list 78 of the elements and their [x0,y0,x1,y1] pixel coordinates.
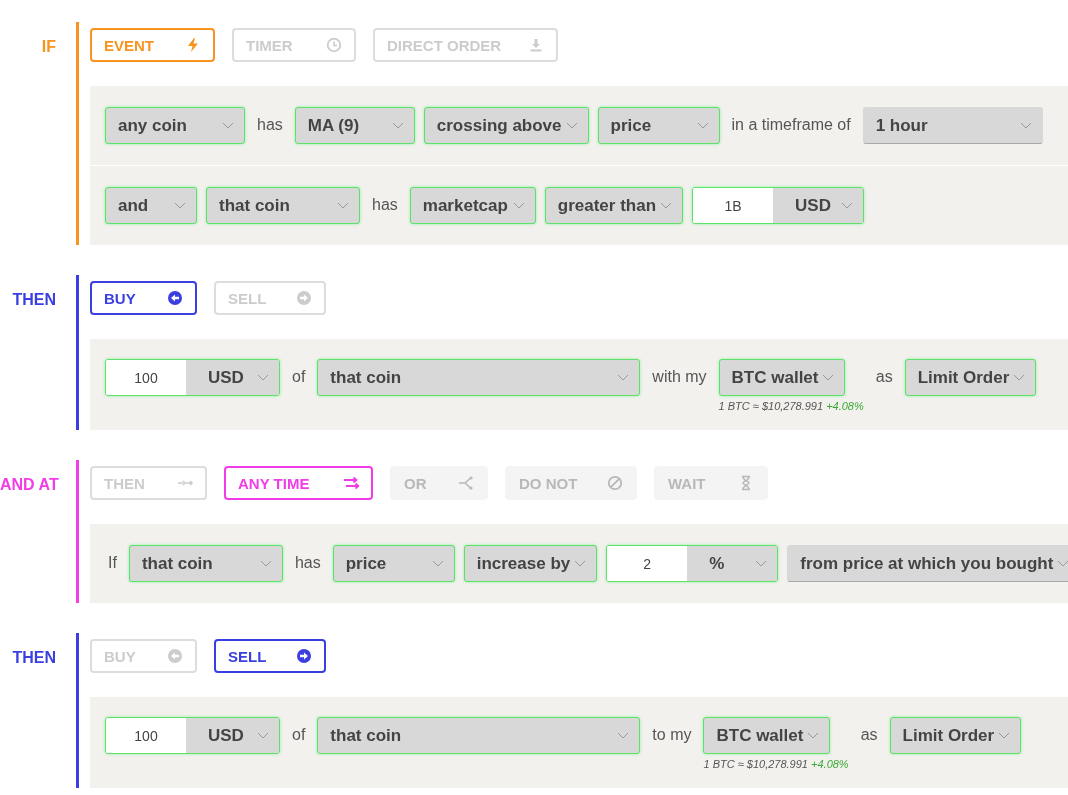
section-label: THEN [11,648,57,667]
connector-text: as [859,725,879,745]
unit-dropdown[interactable]: USD [186,360,279,395]
prohibited-icon [607,475,623,491]
unit-dropdown[interactable]: USD [186,718,279,753]
connector-text: of [291,725,307,745]
chevron-down-icon [822,374,835,381]
unit-dropdown[interactable]: % [687,546,778,581]
arrow-right-circle-icon [296,290,312,306]
dropdown[interactable]: increase by [463,545,598,582]
dropdown[interactable]: BTC wallet [703,717,831,754]
connector-text: has [293,553,322,573]
dropdown[interactable]: any coin [105,107,245,144]
connector-text: of [291,367,307,387]
dropdown[interactable]: BTC wallet [718,359,846,396]
section-label: AND AT [0,475,60,494]
chevron-down-icon [565,122,578,129]
amount-input[interactable]: 2 [607,546,688,581]
price-note: 1 BTC ≈ $10,278.991 +4.08% [703,758,849,770]
swap-arrows-icon [343,475,359,491]
chevron-down-icon [337,202,349,209]
unit-dropdown[interactable]: USD [773,188,864,223]
connector-text: has [256,115,284,135]
chevron-down-icon [512,202,525,209]
connector-text: If [107,553,118,573]
chevron-down-icon [257,374,269,381]
dropdown[interactable]: MA (9) [294,107,415,144]
amount-input[interactable]: 100 [106,718,186,753]
dropdown[interactable]: greater than [544,187,684,224]
chevron-down-icon [617,374,630,381]
chevron-down-icon [431,560,444,567]
arrow-right-circle-icon [296,648,312,664]
chevron-down-icon [807,732,820,739]
chevron-down-icon [574,560,587,567]
chevron-down-icon [174,202,186,209]
dropdown[interactable]: price [597,107,720,144]
dropdown[interactable]: Limit Order [904,359,1037,396]
arrow-left-circle-icon [167,648,183,664]
connector-text: as [874,367,894,387]
tab[interactable]: BUY [90,281,197,315]
chevron-down-icon [1019,122,1032,129]
branch-icon [458,475,474,491]
chevron-down-icon [755,560,768,567]
dropdown[interactable]: and [105,187,197,224]
chevron-down-icon [1057,560,1068,567]
dropdown[interactable]: that coin [206,187,360,224]
connector-text: in a timeframe of [730,115,852,135]
dropdown[interactable]: crossing above [423,107,589,144]
chevron-down-icon [841,202,854,209]
tab[interactable]: SELL [214,639,326,673]
dropdown[interactable]: 1 hour [862,107,1043,144]
clock-icon [326,37,342,53]
connector-text: with my [651,367,708,387]
chevron-down-icon [259,560,272,567]
chevron-down-icon [1013,374,1026,381]
dropdown[interactable]: that coin [128,545,283,582]
chevron-down-icon [391,122,404,129]
dropdown[interactable]: marketcap [409,187,536,224]
chevron-down-icon [660,202,673,209]
download-icon [528,37,544,53]
amount-input[interactable]: 1B [693,188,774,223]
dropdown[interactable]: that coin [317,717,641,754]
chevron-down-icon [696,122,709,129]
price-note: 1 BTC ≈ $10,278.991 +4.08% [718,400,864,412]
section-label: IF [40,37,57,56]
dropdown[interactable]: Limit Order [889,717,1022,754]
arrow-left-circle-icon [167,290,183,306]
chevron-down-icon [617,732,630,739]
chevron-down-icon [998,732,1011,739]
amount-input[interactable]: 100 [106,360,186,395]
chevron-down-icon [222,122,234,129]
dropdown[interactable]: from price at which you bought [787,545,1068,582]
chevron-down-icon [257,732,269,739]
connector-text: has [371,195,399,215]
dropdown[interactable]: that coin [317,359,641,396]
dropdown[interactable]: price [332,545,455,582]
connector-text: to my [651,725,693,745]
section-label: THEN [11,290,57,309]
